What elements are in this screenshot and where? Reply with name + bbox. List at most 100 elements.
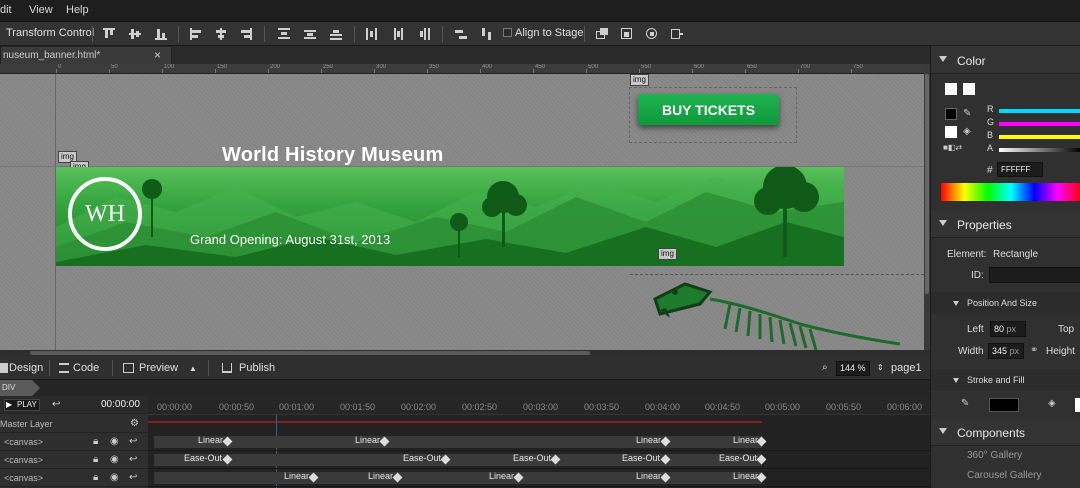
stroke-swatch[interactable]: [945, 83, 957, 95]
close-tab-icon[interactable]: ×: [154, 48, 161, 62]
distribute-middle-icon[interactable]: [304, 28, 316, 40]
banner-subtitle[interactable]: Grand Opening: August 31st, 2013: [190, 232, 390, 247]
timeline-tracks[interactable]: 00:00:00 00:00:50 00:01:00 00:01:50 00:0…: [148, 396, 930, 488]
page-selector[interactable]: page1: [891, 362, 922, 374]
dinosaur-skeleton-image[interactable]: [640, 274, 920, 350]
fill-color-swatch[interactable]: [945, 126, 957, 138]
distribute-right-icon[interactable]: [418, 28, 430, 40]
tween-label: Ease-Out: [719, 453, 758, 463]
arrange-forward-icon[interactable]: [621, 28, 633, 40]
undo-icon[interactable]: ↩: [129, 436, 137, 447]
properties-section-header[interactable]: Properties: [931, 210, 1080, 238]
tween-bar[interactable]: [154, 454, 762, 466]
align-bottom-icon[interactable]: [155, 28, 167, 40]
id-input[interactable]: [989, 267, 1080, 283]
tween-bar[interactable]: [154, 436, 762, 448]
stroke-fill-header[interactable]: Stroke and Fill: [931, 369, 1080, 391]
stroke-color-field[interactable]: [989, 398, 1019, 412]
scroll-thumb[interactable]: [30, 351, 590, 355]
blue-slider[interactable]: [999, 135, 1080, 139]
gear-icon[interactable]: ⚙: [130, 418, 139, 429]
img-tag[interactable]: img: [658, 248, 677, 260]
track-row[interactable]: Linear Linear Linear Linear Linear: [148, 469, 930, 487]
position-size-header[interactable]: Position And Size: [931, 292, 1080, 314]
align-right-icon[interactable]: [240, 28, 252, 40]
space-vertical-icon[interactable]: [455, 28, 467, 40]
components-section-header[interactable]: Components: [931, 418, 1080, 446]
align-top-icon[interactable]: [103, 28, 115, 40]
link-dimensions-icon[interactable]: ⚭: [1030, 345, 1038, 356]
lock-icon[interactable]: 🔒︎: [93, 436, 98, 447]
distribute-bottom-icon[interactable]: [330, 28, 342, 40]
space-horizontal-icon[interactable]: [480, 28, 492, 40]
preview-dropdown-icon[interactable]: ▲: [189, 364, 197, 373]
align-to-stage-checkbox[interactable]: [503, 28, 512, 37]
arrange-front-icon[interactable]: [596, 28, 608, 40]
layer-row[interactable]: <canvas> 🔒︎ ◉ ↩: [0, 433, 148, 451]
align-left-icon[interactable]: [190, 28, 202, 40]
scroll-thumb[interactable]: [925, 74, 929, 294]
arrange-backward-icon[interactable]: [646, 28, 658, 40]
eye-icon[interactable]: ◉: [110, 472, 119, 483]
track-row[interactable]: Linear Linear Linear Linear: [148, 433, 930, 451]
banner-title[interactable]: World History Museum: [222, 144, 443, 167]
element-label: Element:: [947, 249, 987, 260]
red-slider[interactable]: [999, 109, 1080, 113]
distribute-top-icon[interactable]: [278, 28, 290, 40]
menu-view[interactable]: View: [29, 4, 53, 16]
page-stepper-icon[interactable]: ⇕: [877, 363, 884, 372]
left-input[interactable]: 80 px: [990, 321, 1026, 337]
distribute-left-icon[interactable]: [366, 28, 378, 40]
components-section-title: Components: [957, 426, 1026, 440]
hex-input[interactable]: FFFFFF: [997, 162, 1043, 177]
paint-bucket-icon[interactable]: ◈: [1048, 398, 1056, 409]
fill-color-field[interactable]: [1075, 398, 1080, 412]
arrange-back-icon[interactable]: [671, 28, 683, 40]
layer-row[interactable]: <canvas> 🔒︎ ◉ ↩: [0, 451, 148, 469]
color-spectrum[interactable]: [941, 183, 1080, 201]
stroke-color-swatch[interactable]: [945, 108, 957, 120]
eye-icon[interactable]: ◉: [110, 436, 119, 447]
width-value: 345: [992, 346, 1008, 356]
top-label: Top: [1058, 324, 1075, 335]
menu-help[interactable]: Help: [66, 4, 89, 16]
fill-swatch[interactable]: [963, 83, 975, 95]
pen-icon[interactable]: ✎: [963, 108, 971, 119]
code-tab[interactable]: Code: [73, 362, 99, 374]
alpha-slider[interactable]: [999, 148, 1080, 152]
align-vcenter-icon[interactable]: [129, 28, 141, 40]
tween-bar[interactable]: [154, 472, 762, 484]
eye-icon[interactable]: ◉: [110, 454, 119, 465]
component-item[interactable]: Carousel Gallery: [967, 470, 1041, 481]
layer-row[interactable]: Master Layer ⚙: [0, 415, 148, 433]
breadcrumb-div[interactable]: DIV: [0, 380, 40, 396]
color-section-header[interactable]: Color: [931, 46, 1080, 74]
menu-edit[interactable]: dit: [0, 4, 12, 16]
align-hcenter-icon[interactable]: [215, 28, 227, 40]
transform-control-button[interactable]: Transform Control: [6, 27, 94, 39]
publish-button[interactable]: Publish: [239, 362, 275, 374]
rewind-icon[interactable]: ↩: [52, 399, 60, 410]
document-tab[interactable]: nuseum_banner.html* ×: [0, 46, 172, 64]
design-stage[interactable]: img BUY TICKETS World History Museum img…: [0, 74, 924, 350]
zoom-field[interactable]: 144 %: [836, 361, 870, 376]
width-input[interactable]: 345 px: [988, 343, 1024, 359]
lock-icon[interactable]: 🔒︎: [93, 472, 98, 483]
paint-bucket-icon[interactable]: ◈: [963, 126, 971, 137]
position-size-title: Position And Size: [967, 298, 1038, 308]
pen-icon[interactable]: ✎: [961, 398, 969, 409]
design-tab[interactable]: Design: [9, 362, 43, 374]
undo-icon[interactable]: ↩: [129, 472, 137, 483]
img-tag[interactable]: img: [630, 74, 649, 86]
preview-tab[interactable]: Preview: [139, 362, 178, 374]
layer-row[interactable]: <canvas> 🔒︎ ◉ ↩: [0, 469, 148, 487]
distribute-center-icon[interactable]: [392, 28, 404, 40]
green-slider[interactable]: [999, 122, 1080, 126]
swap-colors-icon[interactable]: ■◧⇄: [943, 143, 962, 152]
undo-icon[interactable]: ↩: [129, 454, 137, 465]
banner-image[interactable]: WH Grand Opening: August 31st, 2013: [56, 167, 844, 266]
track-row[interactable]: Ease-Out Ease-Out Ease-Out Ease-Out Ease…: [148, 451, 930, 469]
buy-tickets-button[interactable]: BUY TICKETS: [638, 94, 779, 125]
component-item[interactable]: 360° Gallery: [967, 450, 1022, 461]
lock-icon[interactable]: 🔒︎: [93, 454, 98, 465]
